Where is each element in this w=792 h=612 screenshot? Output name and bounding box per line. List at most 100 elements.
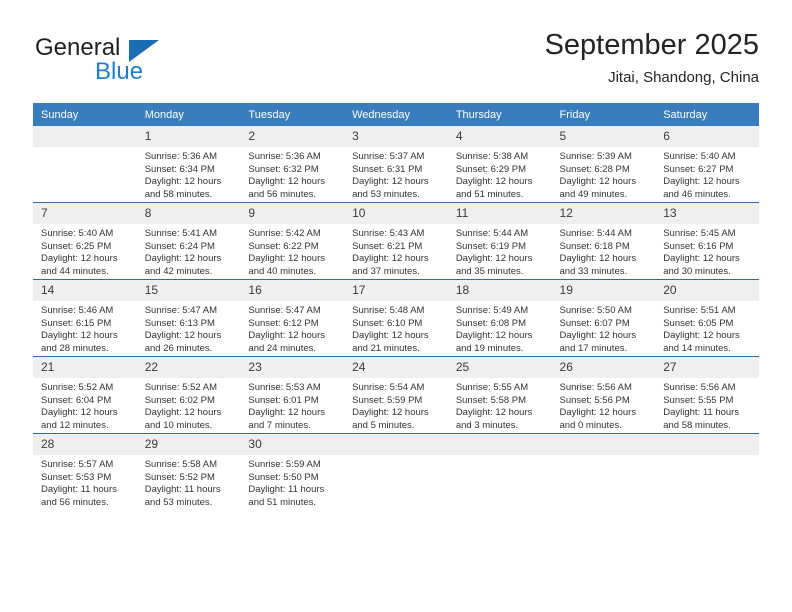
calendar-day-cell[interactable]: 16 Sunrise: 5:47 AM Sunset: 6:12 PM Dayligh…: [240, 279, 345, 357]
sunset-text: Sunset: 6:27 PM: [663, 163, 734, 175]
sunset-text: Sunset: 6:32 PM: [248, 163, 319, 175]
calendar-day-cell[interactable]: 20 Sunrise: 5:51 AM Sunset: 6:05 PM Dayligh…: [655, 279, 759, 357]
calendar-day-cell[interactable]: 13 Sunrise: 5:45 AM Sunset: 6:16 PM Dayligh…: [655, 202, 759, 280]
calendar-day-cell[interactable]: 29 Sunrise: 5:58 AM Sunset: 5:52 PM Dayligh…: [136, 433, 241, 510]
calendar-day-cell[interactable]: 11 Sunrise: 5:44 AM Sunset: 6:19 PM Dayligh…: [447, 202, 552, 280]
daylight-text-line2: and 33 minutes.: [559, 265, 628, 277]
day-number: 3: [344, 126, 448, 147]
calendar-day-cell[interactable]: 9 Sunrise: 5:42 AM Sunset: 6:22 PM Daylight…: [240, 202, 345, 280]
daylight-text-line1: Daylight: 12 hours: [248, 407, 325, 419]
daylight-text-line1: Daylight: 12 hours: [144, 253, 222, 265]
calendar-day-cell[interactable]: 8 Sunrise: 5:41 AM Sunset: 6:24 PM Daylight…: [136, 202, 241, 280]
calendar-day-cell[interactable]: 10 Sunrise: 5:43 AM Sunset: 6:21 PM Dayligh…: [344, 202, 448, 280]
calendar-day-cell[interactable]: 19 Sunrise: 5:50 AM Sunset: 6:07 PM Dayligh…: [551, 279, 656, 357]
calendar-day-cell[interactable]: 18 Sunrise: 5:49 AM Sunset: 6:08 PM Dayligh…: [447, 279, 552, 357]
daylight-text-line2: and 58 minutes.: [144, 188, 213, 200]
daylight-text-line2: and 14 minutes.: [663, 342, 731, 354]
calendar-day-cell[interactable]: 12 Sunrise: 5:44 AM Sunset: 6:18 PM Dayligh…: [551, 202, 656, 280]
sunrise-text: Sunrise: 5:48 AM: [352, 305, 425, 316]
sunset-text: Sunset: 6:31 PM: [352, 163, 423, 175]
day-details: Sunrise: 5:44 AM Sunset: 6:19 PM Daylight:…: [448, 224, 552, 278]
general-blue-logo[interactable]: General Blue: [33, 28, 253, 90]
calendar-day-cell[interactable]: 30 Sunrise: 5:59 AM Sunset: 5:50 PM Dayligh…: [240, 433, 345, 510]
day-details: Sunrise: 5:54 AM Sunset: 5:59 PM Daylight:…: [344, 378, 448, 432]
day-number: 20: [655, 280, 759, 301]
daylight-text-line1: Daylight: 12 hours: [248, 176, 325, 188]
daylight-text-line2: and 12 minutes.: [41, 419, 109, 431]
calendar-day-cell[interactable]: 23 Sunrise: 5:53 AM Sunset: 6:01 PM Dayligh…: [240, 356, 345, 434]
sunrise-text: Sunrise: 5:58 AM: [144, 459, 218, 470]
daylight-text-line2: and 0 minutes.: [559, 419, 622, 431]
day-number: 4: [447, 126, 552, 147]
daylight-text-line1: Daylight: 12 hours: [352, 176, 429, 188]
day-details: Sunrise: 5:39 AM Sunset: 6:28 PM Daylight:…: [552, 147, 656, 201]
weekday-header-sunday: Sunday: [33, 103, 137, 126]
day-details: Sunrise: 5:52 AM Sunset: 6:02 PM Daylight:…: [137, 378, 241, 432]
calendar-day-cell[interactable]: 22 Sunrise: 5:52 AM Sunset: 6:02 PM Dayligh…: [136, 356, 241, 434]
sunrise-text: Sunrise: 5:45 AM: [663, 228, 736, 239]
daylight-text-line2: and 53 minutes.: [352, 188, 420, 200]
day-number: [447, 434, 552, 455]
daylight-text-line2: and 10 minutes.: [144, 419, 213, 431]
day-details: Sunrise: 5:36 AM Sunset: 6:34 PM Daylight:…: [137, 147, 241, 201]
calendar-empty-cell: [344, 433, 448, 510]
sunset-text: Sunset: 6:28 PM: [559, 163, 630, 175]
calendar-day-cell[interactable]: 1 Sunrise: 5:36 AM Sunset: 6:34 PM Daylight…: [136, 126, 241, 203]
calendar-day-cell[interactable]: 2 Sunrise: 5:36 AM Sunset: 6:32 PM Daylight…: [240, 126, 345, 203]
sunset-text: Sunset: 6:13 PM: [144, 317, 215, 329]
calendar-day-cell[interactable]: 3 Sunrise: 5:37 AM Sunset: 6:31 PM Daylight…: [344, 126, 448, 203]
sunset-text: Sunset: 6:07 PM: [559, 317, 630, 329]
calendar-day-cell[interactable]: 28 Sunrise: 5:57 AM Sunset: 5:53 PM Dayligh…: [33, 433, 137, 510]
day-number: [655, 434, 759, 455]
daylight-text-line2: and 42 minutes.: [144, 265, 213, 277]
day-number: 29: [136, 434, 241, 455]
calendar-day-cell[interactable]: 26 Sunrise: 5:56 AM Sunset: 5:56 PM Dayligh…: [551, 356, 656, 434]
daylight-text-line1: Daylight: 12 hours: [559, 407, 637, 419]
daylight-text-line1: Daylight: 12 hours: [41, 253, 118, 265]
calendar-day-cell[interactable]: 25 Sunrise: 5:55 AM Sunset: 5:58 PM Dayligh…: [447, 356, 552, 434]
day-number: 6: [655, 126, 759, 147]
calendar-day-cell[interactable]: 15 Sunrise: 5:47 AM Sunset: 6:13 PM Dayligh…: [136, 279, 241, 357]
weekday-header-wednesday: Wednesday: [344, 103, 448, 126]
sunrise-text: Sunrise: 5:37 AM: [352, 151, 425, 162]
title-block: September 2025 Jitai, Shandong, China: [545, 28, 759, 89]
day-number: 30: [240, 434, 345, 455]
sunrise-text: Sunrise: 5:56 AM: [663, 382, 736, 393]
weekday-header-saturday: Saturday: [655, 103, 759, 126]
daylight-text-line1: Daylight: 12 hours: [41, 330, 118, 342]
sunset-text: Sunset: 6:05 PM: [663, 317, 734, 329]
calendar-empty-cell: [655, 433, 759, 510]
calendar-day-cell[interactable]: 27 Sunrise: 5:56 AM Sunset: 5:55 PM Dayligh…: [655, 356, 759, 434]
day-details: Sunrise: 5:56 AM Sunset: 5:56 PM Daylight:…: [552, 378, 656, 432]
day-number: 19: [551, 280, 656, 301]
day-number: 2: [240, 126, 345, 147]
day-number: 27: [655, 357, 759, 378]
calendar-day-cell[interactable]: 7 Sunrise: 5:40 AM Sunset: 6:25 PM Daylight…: [33, 202, 137, 280]
calendar-day-cell[interactable]: 5 Sunrise: 5:39 AM Sunset: 6:28 PM Daylight…: [551, 126, 656, 203]
sunrise-text: Sunrise: 5:41 AM: [144, 228, 218, 239]
day-details: Sunrise: 5:37 AM Sunset: 6:31 PM Daylight:…: [344, 147, 448, 201]
daylight-text-line1: Daylight: 12 hours: [559, 330, 637, 342]
calendar-day-cell[interactable]: 21 Sunrise: 5:52 AM Sunset: 6:04 PM Dayligh…: [33, 356, 137, 434]
day-details: Sunrise: 5:56 AM Sunset: 5:55 PM Daylight:…: [655, 378, 759, 432]
day-number: 21: [33, 357, 137, 378]
sunrise-text: Sunrise: 5:50 AM: [559, 305, 632, 316]
sunset-text: Sunset: 6:18 PM: [559, 240, 630, 252]
weekday-header-thursday: Thursday: [447, 103, 552, 126]
sunset-text: Sunset: 5:58 PM: [455, 394, 527, 406]
daylight-text-line1: Daylight: 11 hours: [41, 484, 117, 496]
day-details: Sunrise: 5:53 AM Sunset: 6:01 PM Daylight:…: [240, 378, 344, 432]
calendar-day-cell[interactable]: 14 Sunrise: 5:46 AM Sunset: 6:15 PM Dayligh…: [33, 279, 137, 357]
sunrise-text: Sunrise: 5:40 AM: [663, 151, 736, 162]
daylight-text-line1: Daylight: 12 hours: [455, 253, 533, 265]
day-number: [551, 434, 656, 455]
calendar-day-cell[interactable]: 4 Sunrise: 5:38 AM Sunset: 6:29 PM Daylight…: [447, 126, 552, 203]
sunrise-text: Sunrise: 5:42 AM: [248, 228, 321, 239]
day-number: 5: [551, 126, 656, 147]
sunset-text: Sunset: 6:12 PM: [248, 317, 319, 329]
calendar-empty-cell: [551, 433, 656, 510]
calendar-day-cell[interactable]: 17 Sunrise: 5:48 AM Sunset: 6:10 PM Dayligh…: [344, 279, 448, 357]
day-details: Sunrise: 5:43 AM Sunset: 6:21 PM Daylight:…: [344, 224, 448, 278]
calendar-day-cell[interactable]: 24 Sunrise: 5:54 AM Sunset: 5:59 PM Dayligh…: [344, 356, 448, 434]
calendar-day-cell[interactable]: 6 Sunrise: 5:40 AM Sunset: 6:27 PM Daylight…: [655, 126, 759, 203]
